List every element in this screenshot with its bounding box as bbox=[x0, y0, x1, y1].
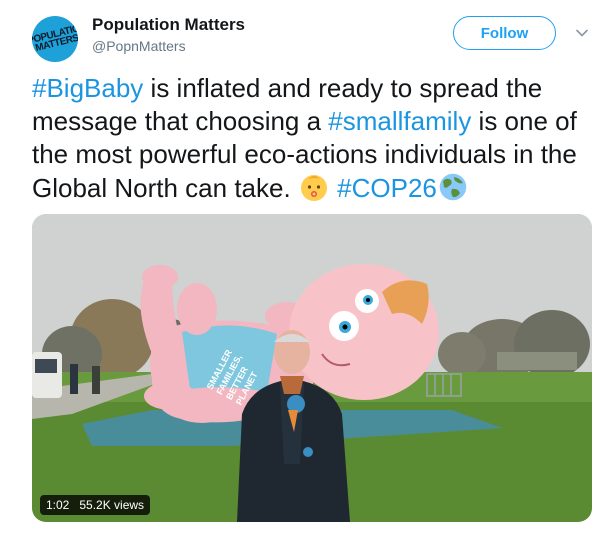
account-avatar[interactable]: POPULATION MATTERS bbox=[32, 16, 78, 62]
baby-face-emoji-icon bbox=[300, 175, 327, 201]
follow-button[interactable]: Follow bbox=[453, 16, 556, 50]
chevron-down-icon[interactable] bbox=[576, 27, 588, 39]
video-duration: 1:02 bbox=[46, 498, 70, 512]
tweet-text: #BigBaby is inflated and ready to spread… bbox=[32, 72, 592, 205]
hashtag-smallfamily[interactable]: #smallfamily bbox=[328, 106, 471, 136]
hashtag-bigbaby[interactable]: #BigBaby bbox=[32, 73, 143, 103]
account-handle[interactable]: @PopnMatters bbox=[92, 38, 186, 54]
video-player[interactable]: SMALLER FAMILIES, BETTER PLANET 1:02 55.… bbox=[32, 214, 592, 522]
avatar-logo-text: POPULATION MATTERS bbox=[32, 21, 78, 55]
earth-globe-emoji-icon bbox=[438, 172, 468, 202]
video-frame: SMALLER FAMILIES, BETTER PLANET bbox=[32, 214, 592, 522]
video-stats-badge: 1:02 55.2K views bbox=[40, 495, 151, 515]
video-views: 55.2K views bbox=[79, 498, 145, 512]
account-name[interactable]: Population Matters bbox=[92, 15, 245, 35]
hashtag-cop26[interactable]: #COP26 bbox=[337, 173, 437, 203]
